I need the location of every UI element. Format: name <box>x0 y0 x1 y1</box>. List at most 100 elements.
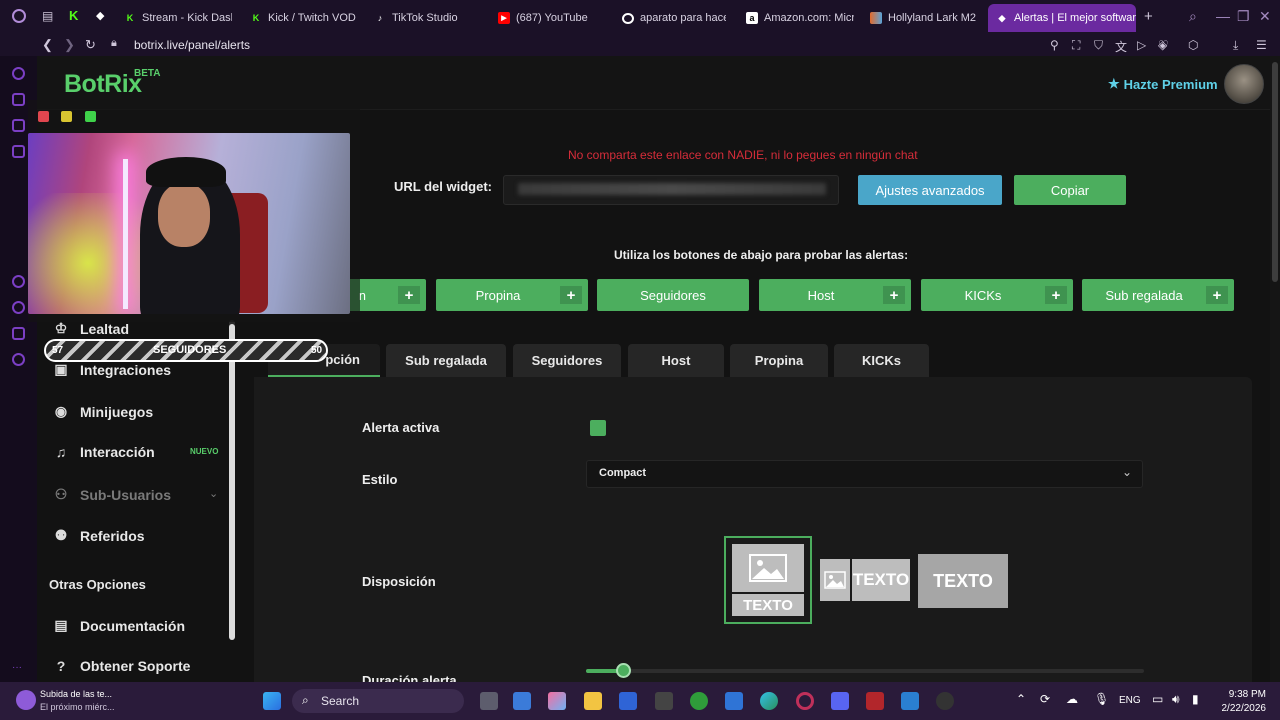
app-icon[interactable] <box>619 692 637 710</box>
app-icon[interactable] <box>936 692 954 710</box>
tab-kicks[interactable]: KICKs <box>834 344 929 377</box>
download-icon[interactable]: ⤓ <box>1233 38 1238 53</box>
folder-icon[interactable] <box>584 692 602 710</box>
sync-icon[interactable]: ⟳ <box>1040 692 1050 706</box>
taskbar-notice-title[interactable]: Subida de las te... <box>40 689 112 699</box>
taskbar-search[interactable] <box>292 689 464 713</box>
tab-seguidores[interactable]: Seguidores <box>513 344 621 377</box>
maximize-icon[interactable]: ❐ <box>1237 8 1250 25</box>
sidebar-app-icon[interactable] <box>12 119 25 132</box>
duration-slider[interactable] <box>586 669 1144 673</box>
style-select[interactable] <box>586 460 1143 488</box>
test-alert-button[interactable]: Sub regalada + <box>1082 279 1234 311</box>
new-tab-icon[interactable]: + <box>1144 8 1153 25</box>
sidebar-app-icon[interactable] <box>12 67 25 80</box>
heart-icon[interactable]: ♡ <box>1158 38 1169 52</box>
tabs-menu-icon[interactable]: ▤ <box>42 9 53 23</box>
windows-start-icon[interactable] <box>263 692 281 710</box>
pin-icon[interactable]: ⚲ <box>1050 38 1059 52</box>
back-icon[interactable]: ❮ <box>42 37 53 53</box>
sidebar-item-soporte[interactable]: ? Obtener Soporte <box>52 658 191 674</box>
edge-icon[interactable] <box>760 692 778 710</box>
shield-icon[interactable]: ⛉ <box>1094 38 1103 53</box>
app-icon[interactable] <box>866 692 884 710</box>
reload-icon[interactable]: ↻ <box>85 37 96 53</box>
copy-button[interactable]: Copiar <box>1014 175 1126 205</box>
tab-kick-vod[interactable]: K Kick / Twitch VOD d <box>250 6 356 30</box>
tab-hollyland[interactable]: Hollyland Lark M2 f <box>870 6 976 30</box>
store-icon[interactable] <box>513 692 531 710</box>
alert-active-checkbox[interactable] <box>590 420 606 436</box>
sidebar-item-sub-usuarios[interactable]: ⚇ Sub-Usuarios <box>52 486 171 503</box>
url-field[interactable]: botrix.live/panel/alerts <box>134 38 250 52</box>
maximize-window-button[interactable] <box>85 111 96 122</box>
sidebar-item-minijuegos[interactable]: ◉ Minijuegos <box>52 403 153 420</box>
sidebar-app-icon[interactable] <box>12 301 25 314</box>
play-icon[interactable]: ▷ <box>1137 38 1146 52</box>
xbox-icon[interactable] <box>690 692 708 710</box>
search-tabs-icon[interactable]: ⌕ <box>1189 8 1197 25</box>
extensions-icon[interactable]: ⬡ <box>1188 38 1198 52</box>
app-icon[interactable] <box>901 692 919 710</box>
copilot-icon[interactable] <box>548 692 566 710</box>
minimize-icon[interactable]: — <box>1216 8 1230 24</box>
sidebar-item-lealtad[interactable]: ♔ Lealtad <box>52 320 129 337</box>
close-icon[interactable]: ✕ <box>1259 8 1271 25</box>
botrix-pinned-icon[interactable]: ◆ <box>96 9 104 22</box>
settings-icon[interactable] <box>12 353 25 366</box>
sidebar-app-icon[interactable] <box>12 327 25 340</box>
forward-icon[interactable]: ❯ <box>64 37 75 53</box>
language-indicator[interactable]: ENG <box>1119 695 1141 706</box>
tab-amazon[interactable]: a Amazon.com: Micr <box>746 6 854 30</box>
avatar[interactable] <box>1224 64 1264 104</box>
snapshot-icon[interactable]: ⛶ <box>1072 38 1080 53</box>
page-scrollbar-thumb[interactable] <box>1272 62 1278 282</box>
more-icon[interactable]: ··· <box>12 662 22 673</box>
sidebar-item-documentacion[interactable]: ▤ Documentación <box>52 617 185 634</box>
opera-icon[interactable] <box>12 9 26 23</box>
sidebar-app-icon[interactable] <box>12 145 25 158</box>
battery-icon[interactable]: ▮ <box>1192 692 1199 706</box>
microphone-icon[interactable]: 🎙︎ <box>1094 692 1109 706</box>
sidebar-item-interaccion[interactable]: ♫ Interacción <box>52 444 155 460</box>
sidebar-item-integraciones[interactable]: ▣ Integraciones <box>52 361 171 378</box>
test-alert-button[interactable]: Seguidores <box>597 279 749 311</box>
tab-botrix-alerts[interactable]: ◆ Alertas | El mejor software <box>988 4 1136 32</box>
taskbar-time[interactable]: 9:38 PM <box>1226 689 1266 700</box>
tab-kick-dashboard[interactable]: K Stream - Kick Dashb <box>124 6 232 30</box>
premium-link[interactable]: ★ Hazte Premium <box>1108 76 1218 92</box>
duration-slider-handle[interactable] <box>616 663 631 678</box>
test-alert-button[interactable]: Propina + <box>436 279 588 311</box>
taskbar-date[interactable]: 2/22/2026 <box>1216 703 1267 714</box>
notification-icon[interactable] <box>16 690 36 710</box>
opera-icon[interactable] <box>796 692 814 710</box>
advanced-settings-button[interactable]: Ajustes avanzados <box>858 175 1002 205</box>
sidebar-scrollbar-thumb[interactable] <box>229 324 235 640</box>
network-icon[interactable]: ▭ <box>1152 692 1163 706</box>
tab-google[interactable]: aparato para hacer <box>622 6 726 30</box>
sidebar-item-referidos[interactable]: ⚉ Referidos <box>52 527 145 544</box>
layout-option-horizontal[interactable]: TEXTO <box>820 558 910 602</box>
translate-icon[interactable]: 文 <box>1115 38 1127 55</box>
tab-propina[interactable]: Propina <box>730 344 828 377</box>
volume-icon[interactable]: 🔊︎ <box>1172 692 1180 707</box>
layout-option-vertical[interactable]: TEXTO <box>724 536 812 624</box>
layout-option-overlay[interactable]: TEXTO <box>918 554 1008 608</box>
cloud-icon[interactable]: ☁ <box>1066 692 1078 706</box>
sidebar-app-icon[interactable] <box>12 275 25 288</box>
kick-pinned-icon[interactable]: K <box>69 8 78 23</box>
close-window-button[interactable] <box>38 111 49 122</box>
app-icon[interactable] <box>655 692 673 710</box>
chevron-down-icon[interactable]: ⌄ <box>209 487 218 500</box>
sidebar-app-icon[interactable] <box>12 93 25 106</box>
discord-icon[interactable] <box>831 692 849 710</box>
test-alert-button[interactable]: Host + <box>759 279 911 311</box>
tab-tiktok[interactable]: ♪ TikTok Studio <box>374 6 484 30</box>
tab-youtube[interactable]: ▶ (687) YouTube <box>498 6 608 30</box>
tab-sub-regalada[interactable]: Sub regalada <box>386 344 506 377</box>
menu-icon[interactable]: ☰ <box>1256 38 1267 52</box>
chevron-up-icon[interactable]: ⌃ <box>1016 692 1026 706</box>
logo[interactable]: BotRix <box>64 70 142 99</box>
minimize-window-button[interactable] <box>61 111 72 122</box>
taskview-icon[interactable] <box>480 692 498 710</box>
